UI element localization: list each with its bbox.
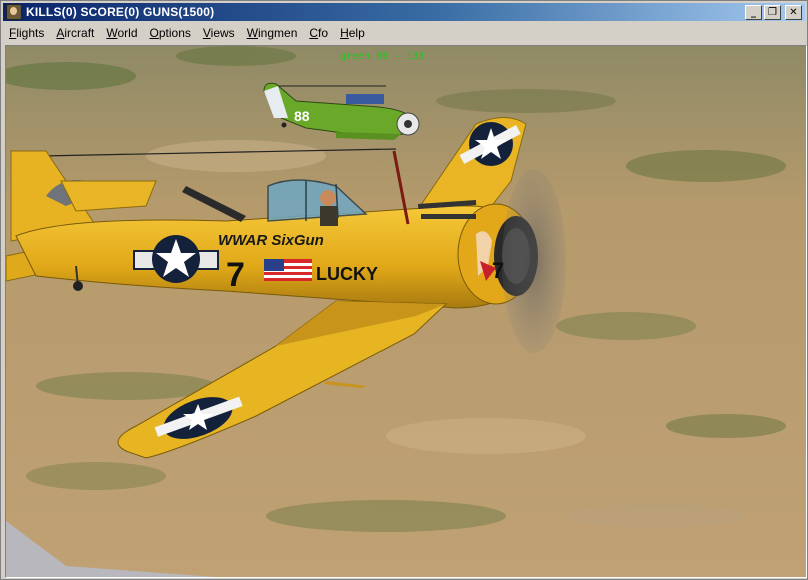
- minimize-button[interactable]: _: [745, 5, 762, 20]
- flight-scene: 88 WWAR SixGun 7 LUCKY 7: [6, 46, 806, 577]
- menu-help[interactable]: Help: [334, 26, 371, 40]
- us-flag-decal: [264, 259, 312, 281]
- pilot: [320, 190, 336, 206]
- aircraft-name: LUCKY: [316, 264, 378, 284]
- aircraft-number: 7: [226, 256, 245, 294]
- wingman-number: 88: [294, 108, 310, 124]
- nose-art-name: WWAR SixGun: [218, 232, 324, 249]
- cowling-number: 7: [492, 258, 504, 283]
- restore-button[interactable]: ❐: [764, 5, 781, 20]
- window-title: KILLS(0) SCORE(0) GUNS(1500): [26, 5, 215, 19]
- title-bar[interactable]: KILLS(0) SCORE(0) GUNS(1500) _ ❐ ✕: [3, 3, 805, 21]
- hud-target-readout: green 88 - 133: [340, 51, 425, 62]
- menu-views[interactable]: Views: [197, 26, 241, 40]
- menu-cfo[interactable]: Cfo: [303, 26, 334, 40]
- propeller-blur: [502, 169, 566, 353]
- menu-wingmen[interactable]: Wingmen: [241, 26, 304, 40]
- menu-options[interactable]: Options: [144, 26, 197, 40]
- menu-flights[interactable]: Flights: [3, 26, 50, 40]
- flight-view[interactable]: 88 WWAR SixGun 7 LUCKY 7 green 88 - 133: [5, 45, 807, 578]
- pilot-app-icon[interactable]: [6, 4, 22, 20]
- menu-bar: Flights Aircraft World Options Views Win…: [3, 23, 805, 42]
- game-window: KILLS(0) SCORE(0) GUNS(1500) _ ❐ ✕ Fligh…: [0, 0, 808, 580]
- menu-aircraft[interactable]: Aircraft: [50, 26, 100, 40]
- close-button[interactable]: ✕: [785, 5, 802, 20]
- menu-world[interactable]: World: [100, 26, 143, 40]
